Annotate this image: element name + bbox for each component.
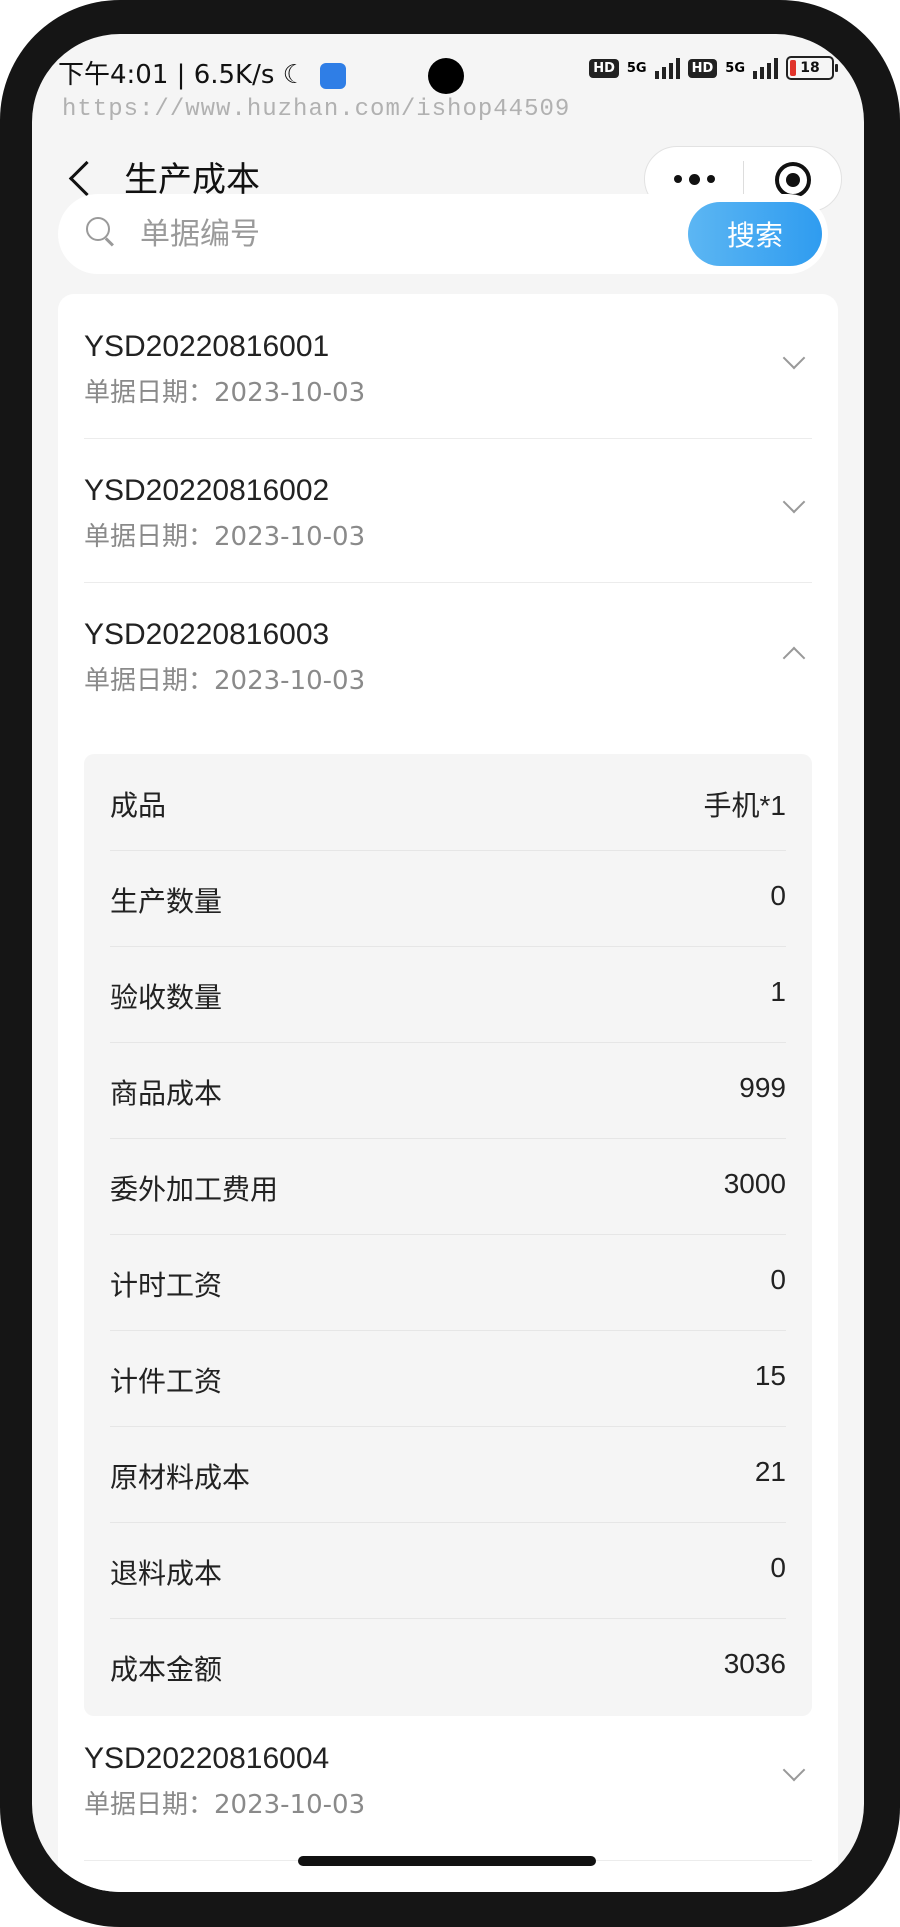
search-button[interactable]: 搜索 — [688, 202, 822, 266]
detail-row: 生产数量 0 — [110, 850, 786, 947]
order-date-label: 单据日期： — [84, 522, 215, 552]
order-date: 单据日期：2023-10-03 — [84, 660, 365, 697]
detail-value: 21 — [754, 1456, 786, 1487]
battery-level-fill — [790, 60, 796, 76]
battery-icon: 18 — [786, 56, 838, 80]
search-bar: 搜索 — [58, 194, 828, 274]
detail-row: 成本金额 3036 — [110, 1618, 786, 1714]
detail-row: 商品成本 999 — [110, 1042, 786, 1139]
detail-value: 0 — [770, 880, 786, 911]
network-5g-label-2: 5G — [725, 60, 745, 76]
status-left: 下午4:01 | 6.5K/s ☾ — [58, 54, 347, 91]
status-speed: 6.5K/s — [193, 60, 275, 90]
order-list: YSD20220816001 单据日期：2023-10-03 YSD202208… — [58, 294, 838, 1892]
detail-value: 3000 — [723, 1168, 786, 1199]
detail-label: 成品 — [110, 789, 167, 822]
app-notification-icon — [320, 62, 347, 89]
order-date: 单据日期：2023-10-03 — [84, 516, 365, 553]
detail-label: 委外加工费用 — [110, 1173, 279, 1206]
detail-row: 成品 手机*1 — [110, 754, 786, 851]
order-date-value: 2023-10-03 — [214, 522, 366, 552]
order-date-label: 单据日期： — [84, 378, 215, 408]
search-icon — [82, 212, 122, 252]
home-indicator[interactable] — [298, 1856, 596, 1866]
order-date: 单据日期：2023-10-03 — [84, 372, 365, 409]
status-separator: | — [176, 60, 194, 90]
detail-value: 999 — [739, 1072, 786, 1103]
search-input[interactable] — [140, 214, 570, 254]
detail-row: 原材料成本 21 — [110, 1426, 786, 1523]
order-date-value: 2023-10-03 — [214, 378, 366, 408]
detail-value: 1 — [770, 976, 786, 1007]
status-right: HD 5G HD 5G 18 — [589, 56, 838, 80]
chevron-down-icon[interactable] — [782, 1758, 806, 1782]
order-item[interactable]: YSD20220816001 单据日期：2023-10-03 — [84, 294, 812, 439]
order-date-label: 单据日期： — [84, 1790, 215, 1820]
order-date-value: 2023-10-03 — [214, 666, 366, 696]
detail-label: 计件工资 — [110, 1365, 223, 1398]
order-number: YSD20220816003 — [84, 618, 330, 651]
signal-icon-1 — [654, 57, 680, 79]
order-date-value: 2023-10-03 — [214, 1790, 366, 1820]
network-5g-label-1: 5G — [626, 60, 647, 76]
moon-icon: ☾ — [282, 60, 306, 90]
detail-label: 成本金额 — [110, 1653, 223, 1686]
order-item[interactable]: YSD20220816002 单据日期：2023-10-03 — [84, 438, 812, 583]
detail-label: 原材料成本 — [110, 1461, 251, 1494]
order-detail-panel: 成品 手机*1 生产数量 0 验收数量 1 商品成本 999 委外加工费用 30… — [84, 754, 812, 1716]
hd-badge-2: HD — [687, 58, 718, 78]
detail-row: 计件工资 15 — [110, 1330, 786, 1427]
detail-value: 3036 — [723, 1648, 786, 1679]
chevron-down-icon[interactable] — [782, 346, 806, 370]
battery-level-text: 18 — [800, 60, 820, 76]
phone-frame: https://www.huzhan.com/ishop44509 下午4:01… — [0, 0, 900, 1927]
chevron-up-icon[interactable] — [782, 646, 806, 670]
detail-row: 退料成本 0 — [110, 1522, 786, 1619]
order-number: YSD20220816001 — [84, 330, 330, 363]
detail-label: 退料成本 — [110, 1557, 223, 1590]
detail-row: 验收数量 1 — [110, 946, 786, 1043]
phone-screen: https://www.huzhan.com/ishop44509 下午4:01… — [32, 34, 864, 1892]
detail-value: 0 — [770, 1264, 786, 1295]
detail-label: 计时工资 — [110, 1269, 223, 1302]
signal-icon-2 — [753, 57, 778, 79]
detail-label: 商品成本 — [110, 1077, 223, 1110]
detail-value: 手机*1 — [703, 790, 786, 821]
detail-label: 生产数量 — [110, 885, 223, 918]
order-date-label: 单据日期： — [84, 666, 215, 696]
order-item[interactable]: YSD20220816004 单据日期：2023-10-03 — [84, 1716, 812, 1861]
detail-row: 计时工资 0 — [110, 1234, 786, 1331]
chevron-down-icon[interactable] — [782, 490, 806, 514]
detail-value: 0 — [770, 1552, 786, 1583]
order-number: YSD20220816004 — [84, 1742, 330, 1775]
detail-value: 15 — [754, 1360, 786, 1391]
order-number: YSD20220816002 — [84, 474, 330, 507]
detail-row: 委外加工费用 3000 — [110, 1138, 786, 1235]
camera-hole — [428, 58, 464, 94]
hd-badge-1: HD — [589, 58, 619, 78]
order-item-expanded[interactable]: YSD20220816003 单据日期：2023-10-03 — [84, 582, 812, 726]
detail-label: 验收数量 — [110, 981, 223, 1014]
status-time: 下午4:01 — [58, 60, 169, 90]
order-date: 单据日期：2023-10-03 — [84, 1784, 365, 1821]
status-bar: 下午4:01 | 6.5K/s ☾ HD 5G HD 5G 18 — [32, 34, 864, 114]
